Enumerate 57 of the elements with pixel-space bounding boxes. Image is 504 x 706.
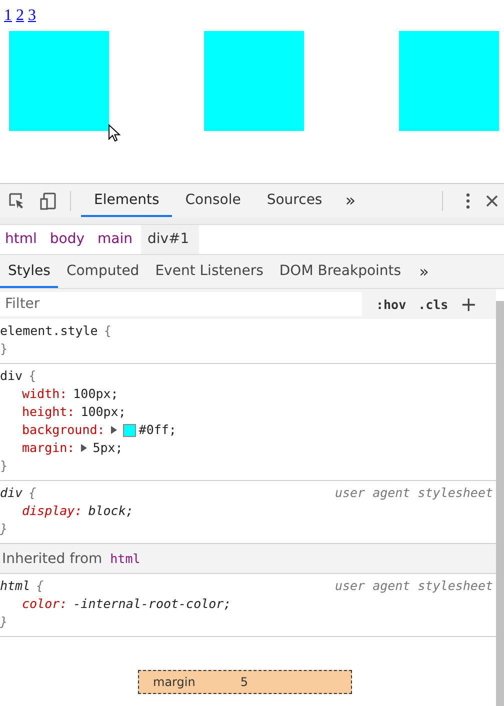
brace: { xyxy=(28,367,36,385)
breadcrumb[interactable]: main xyxy=(92,225,140,254)
page-link[interactable]: 3 xyxy=(28,6,36,26)
mouse-cursor-icon xyxy=(108,124,121,142)
css-property: height: xyxy=(22,403,75,421)
scrollbar[interactable] xyxy=(496,301,504,706)
css-selector: div xyxy=(0,367,23,385)
brace: { xyxy=(104,322,112,340)
css-selector: html xyxy=(0,577,30,595)
brace: } xyxy=(0,613,9,631)
breadcrumb[interactable]: html xyxy=(0,225,45,254)
css-value: 100px; xyxy=(80,403,126,421)
css-selector: div xyxy=(0,484,23,502)
brace: } xyxy=(0,457,9,475)
more-tabs-button[interactable]: » xyxy=(335,190,366,210)
color-swatch[interactable] xyxy=(122,424,136,436)
more-tabs-button[interactable]: » xyxy=(409,262,439,281)
breadcrumb[interactable]: div#1 xyxy=(140,225,200,254)
brace: } xyxy=(0,520,9,538)
sidebar-tab[interactable]: Computed xyxy=(58,255,148,288)
page-link[interactable]: 1 xyxy=(4,6,12,26)
box-model-value[interactable]: 5 xyxy=(240,675,248,689)
breadcrumb[interactable]: body xyxy=(44,225,93,254)
panel-tab[interactable]: Console xyxy=(172,184,254,217)
brace: { xyxy=(36,577,44,595)
inspect-icon[interactable] xyxy=(8,192,26,210)
sidebar-tab[interactable]: Event Listeners xyxy=(147,255,272,288)
css-value: block; xyxy=(88,502,134,520)
css-property: margin: xyxy=(22,439,75,457)
page-link[interactable]: 2 xyxy=(16,6,24,26)
device-toggle-icon[interactable] xyxy=(40,192,58,210)
section-label: Inherited from xyxy=(2,550,102,566)
css-property: background: xyxy=(22,421,105,439)
stylesheet-source: user agent stylesheet xyxy=(334,577,494,595)
new-rule-button[interactable]: + xyxy=(460,294,477,314)
panel-tab[interactable]: Sources xyxy=(254,184,336,217)
stylesheet-source: user agent stylesheet xyxy=(334,484,494,502)
css-value: -internal-root-color; xyxy=(73,595,232,613)
brace: { xyxy=(28,484,36,502)
css-value: #0ff; xyxy=(138,421,176,439)
menu-icon[interactable] xyxy=(465,192,471,210)
expand-triangle-icon[interactable] xyxy=(80,444,87,452)
css-value: 100px; xyxy=(73,385,118,403)
box-model-label: margin xyxy=(153,675,196,689)
filter-field[interactable]: Filter xyxy=(0,292,362,316)
css-property: width: xyxy=(22,385,68,403)
sidebar-tab[interactable]: DOM Breakpoints xyxy=(271,255,410,288)
css-property: display: xyxy=(22,502,82,520)
css-selector: element.style xyxy=(0,322,98,340)
brace: } xyxy=(0,340,9,358)
element-link[interactable]: html xyxy=(110,551,140,566)
css-property: color: xyxy=(22,595,68,613)
css-value: 5px; xyxy=(92,439,123,457)
cls-toggle[interactable]: .cls xyxy=(418,296,448,312)
hov-toggle[interactable]: :hov xyxy=(376,296,406,312)
expand-triangle-icon[interactable] xyxy=(110,426,117,434)
close-icon[interactable] xyxy=(485,194,499,208)
